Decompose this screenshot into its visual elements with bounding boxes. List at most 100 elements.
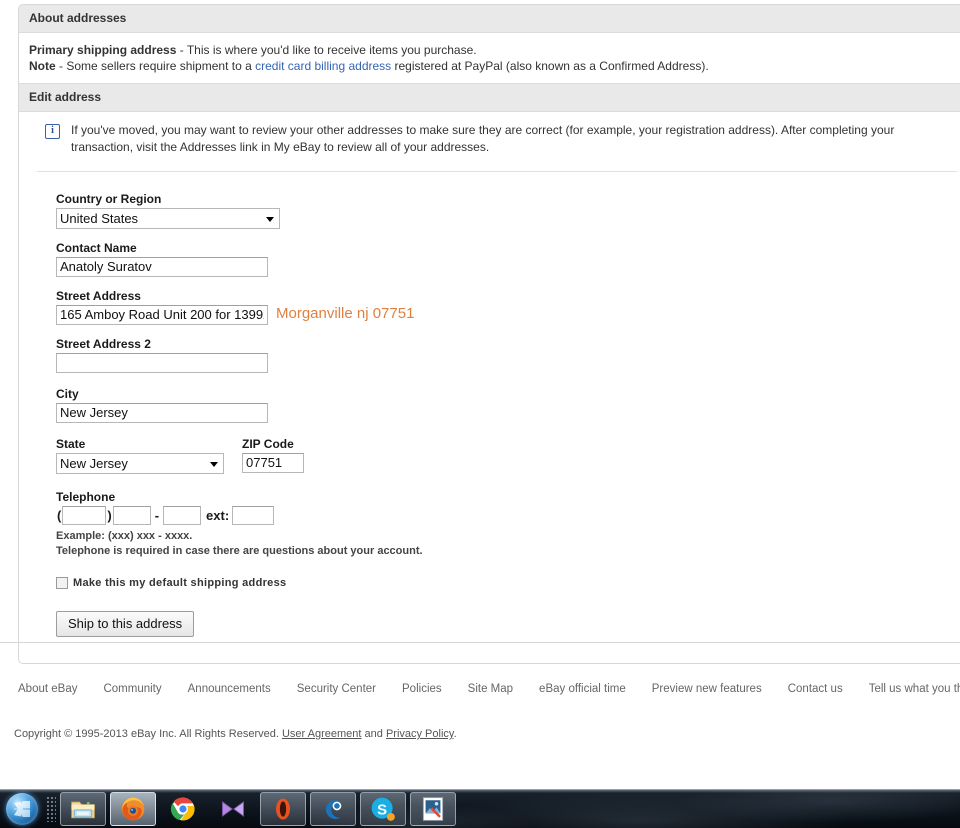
start-button-icon[interactable] [6, 793, 38, 825]
footer-divider [0, 642, 960, 643]
copyright-period: . [453, 728, 457, 740]
note-text-after: registered at PayPal (also known as a Co… [391, 59, 709, 73]
zip-field-group: ZIP Code [242, 437, 304, 473]
state-field-group: State New Jersey [56, 437, 224, 474]
footer-link-site-map[interactable]: Site Map [468, 683, 513, 695]
taskbar-item-firefox[interactable] [110, 792, 156, 826]
telephone-field-group: Telephone ( ) - ext: Example: (xxx) xxx … [56, 490, 960, 559]
state-select-value: New Jersey [60, 456, 128, 471]
windows-taskbar: S [0, 789, 960, 828]
about-addresses-header: About addresses [19, 5, 960, 33]
address-notice-text: If you've moved, you may want to review … [71, 123, 895, 154]
street-address-hint: Morganville nj 07751 [276, 305, 415, 322]
primary-shipping-line: Primary shipping address - This is where… [29, 42, 960, 58]
telephone-line-input[interactable] [163, 506, 202, 525]
street-address-label: Street Address [56, 289, 141, 303]
contact-name-field-group: Contact Name [56, 241, 960, 277]
taskbar-item-windows-explorer[interactable] [60, 792, 106, 826]
street-address-2-field-group: Street Address 2 [56, 337, 960, 373]
note-label: Note [29, 59, 56, 73]
country-select-value: United States [60, 211, 139, 226]
street-address-field-group: Street Address Morganville nj 07751 [56, 289, 960, 325]
chevron-down-icon [210, 461, 218, 467]
street-address-row: Morganville nj 07751 [56, 305, 960, 325]
footer-link-contact-us[interactable]: Contact us [788, 683, 843, 695]
note-text-before: - Some sellers require shipment to a [55, 59, 256, 73]
city-label: City [56, 387, 79, 401]
contact-name-label: Contact Name [56, 241, 137, 255]
telephone-ext-label: ext: [206, 508, 230, 523]
telephone-dash: - [154, 508, 160, 523]
opera-icon [276, 798, 290, 820]
about-addresses-body: Primary shipping address - This is where… [19, 33, 960, 83]
telephone-close-paren: ) [107, 508, 112, 523]
footer-link-security-center[interactable]: Security Center [297, 683, 376, 695]
windows-explorer-icon [71, 801, 95, 819]
zip-input[interactable] [242, 453, 304, 473]
primary-shipping-text: - This is where you'd like to receive it… [176, 43, 477, 57]
google-chrome-icon [170, 797, 195, 821]
user-agreement-link[interactable]: User Agreement [282, 728, 361, 740]
skype-icon: S [371, 797, 395, 821]
privacy-policy-link[interactable]: Privacy Policy [386, 728, 454, 740]
footer-link-announcements[interactable]: Announcements [188, 683, 271, 695]
note-line: Note - Some sellers require shipment to … [29, 58, 960, 74]
address-form: Country or Region United States Contact … [19, 172, 960, 663]
svg-text:S: S [377, 802, 387, 818]
city-input[interactable] [56, 403, 268, 423]
taskbar-item-skype[interactable]: S [360, 792, 406, 826]
zip-label: ZIP Code [242, 437, 294, 451]
footer-links: About eBay Community Announcements Secur… [18, 683, 960, 695]
contact-name-input[interactable] [56, 257, 268, 277]
clover-browser-icon [326, 800, 342, 819]
city-field-group: City [56, 387, 960, 423]
chevron-down-icon [266, 216, 274, 222]
telephone-open-paren: ( [57, 508, 62, 523]
footer-link-preview-new-features[interactable]: Preview new features [652, 683, 762, 695]
footer-link-community[interactable]: Community [103, 683, 161, 695]
copyright-line: Copyright © 1995-2013 eBay Inc. All Righ… [14, 728, 457, 740]
telephone-label: Telephone [56, 490, 116, 504]
copyright-and: and [361, 728, 386, 740]
taskbar-item-google-chrome[interactable] [160, 792, 206, 826]
address-panel: About addresses Primary shipping address… [18, 4, 960, 664]
image-editor-icon [422, 797, 444, 821]
taskbar-grip-handle[interactable] [46, 796, 56, 822]
credit-card-billing-address-link[interactable]: credit card billing address [255, 59, 391, 73]
firefox-icon [121, 797, 145, 821]
ship-to-this-address-button[interactable]: Ship to this address [56, 611, 195, 637]
taskbar-item-media-player[interactable] [210, 792, 256, 826]
default-shipping-checkbox-label: Make this my default shipping address [73, 577, 287, 589]
street-address-2-label: Street Address 2 [56, 337, 151, 351]
taskbar-item-image-editor[interactable] [410, 792, 456, 826]
telephone-prefix-input[interactable] [112, 506, 151, 525]
edit-address-header: Edit address [19, 83, 960, 112]
address-notice: i If you've moved, you may want to revie… [19, 112, 960, 164]
taskbar-item-clover-browser[interactable] [310, 792, 356, 826]
info-icon: i [45, 124, 60, 139]
telephone-example: Example: (xxx) xxx - xxxx. [56, 530, 193, 542]
primary-shipping-label: Primary shipping address [29, 43, 177, 57]
default-shipping-checkbox[interactable] [56, 577, 68, 589]
state-zip-row: State New Jersey ZIP Code [56, 437, 960, 474]
footer-link-about-ebay[interactable]: About eBay [18, 683, 77, 695]
telephone-ext-input[interactable] [232, 506, 275, 525]
footer-link-ebay-official-time[interactable]: eBay official time [539, 683, 626, 695]
page-content: About addresses Primary shipping address… [0, 0, 960, 789]
footer-link-policies[interactable]: Policies [402, 683, 442, 695]
country-select[interactable]: United States [56, 208, 280, 229]
taskbar-item-opera[interactable] [260, 792, 306, 826]
copyright-text: Copyright © 1995-2013 eBay Inc. All Righ… [14, 728, 282, 740]
country-field-group: Country or Region United States [56, 192, 960, 229]
footer-link-tell-us-what-you-think[interactable]: Tell us what you think [869, 683, 960, 695]
default-shipping-checkbox-row[interactable]: Make this my default shipping address [56, 577, 960, 589]
state-select[interactable]: New Jersey [56, 453, 224, 474]
country-label: Country or Region [56, 192, 162, 206]
telephone-area-code-input[interactable] [62, 506, 107, 525]
street-address-2-input[interactable] [56, 353, 268, 373]
state-label: State [56, 437, 86, 451]
street-address-input[interactable] [56, 305, 268, 325]
panel-bottom-spacer [56, 637, 960, 663]
media-player-icon [222, 801, 244, 817]
telephone-row: ( ) - ext: [56, 506, 960, 525]
